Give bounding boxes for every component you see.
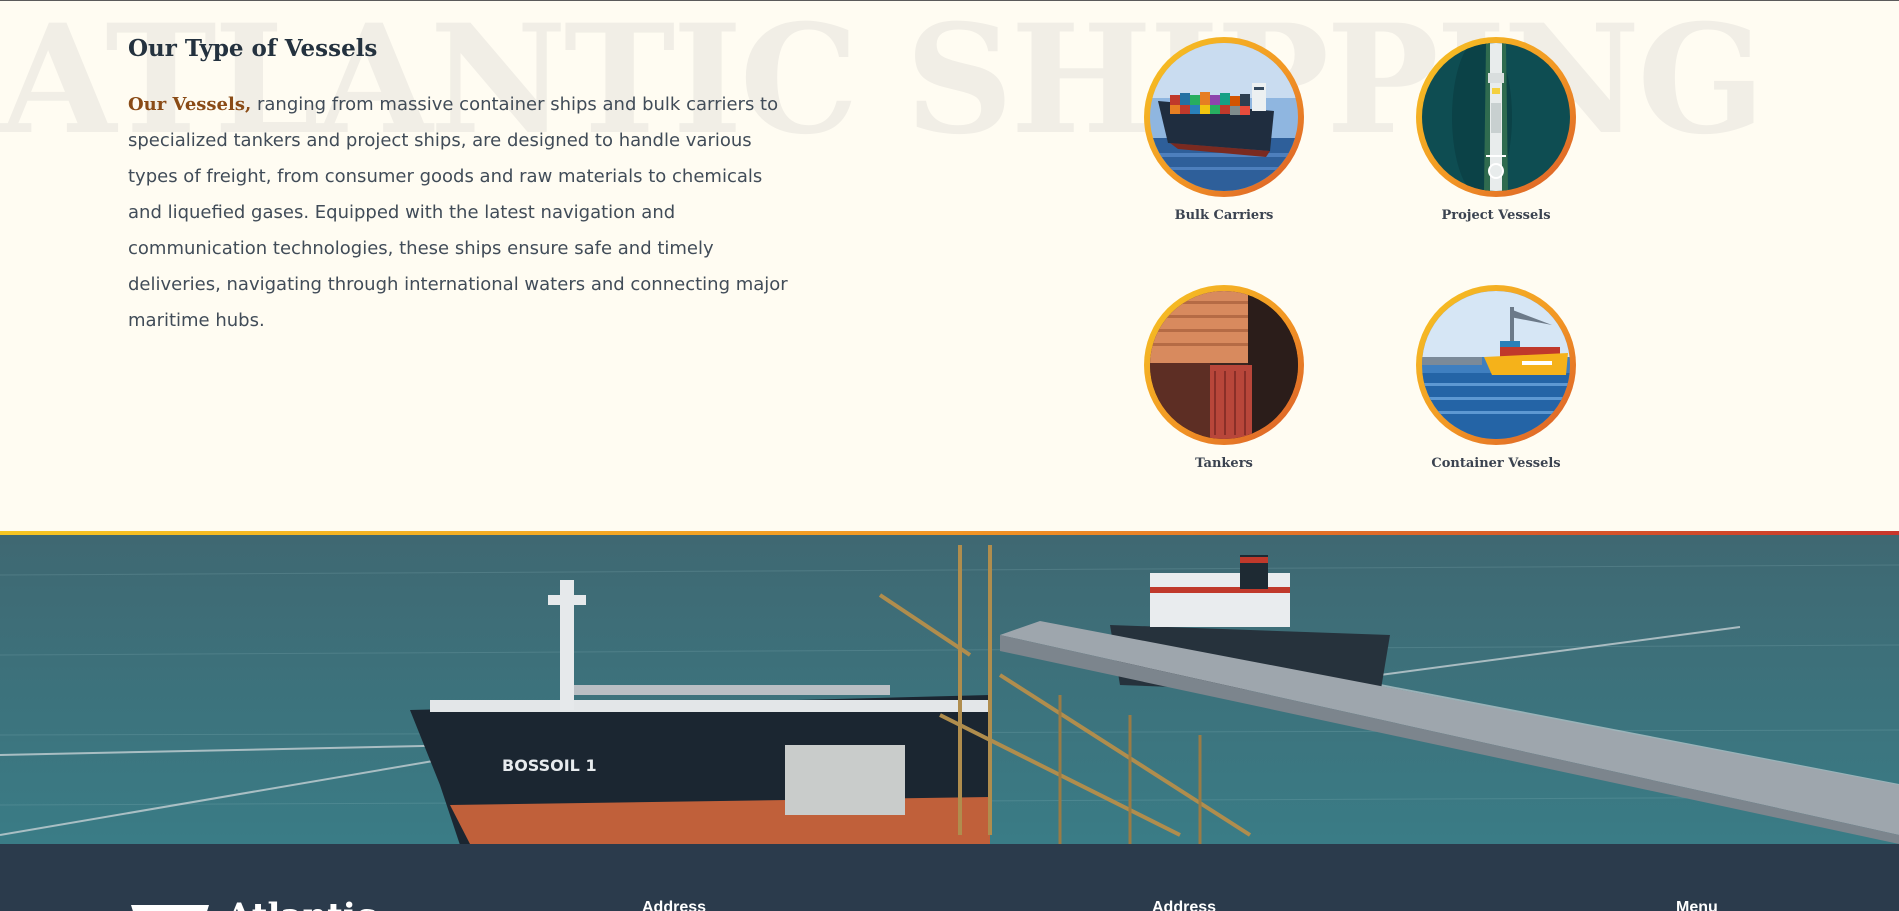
vessel-image-ring [1416,285,1576,445]
tanker-photo [1150,291,1298,439]
hero-ship-photo: BOSSOIL 1 [0,535,1899,844]
hull-name-text: BOSSOIL 1 [502,756,597,775]
vessel-types-section: ATLANTIC SHIPPING Our Type of Vessels Ou… [0,1,1899,531]
vessel-card-label: Bulk Carriers [1174,208,1274,223]
vessel-card-project-vessels[interactable]: Project Vessels [1396,37,1596,223]
footer-column-heading: Address [642,899,707,911]
vessel-card-container-vessels[interactable]: Container Vessels [1396,285,1596,471]
site-footer: Atlantic Address Address Menu [0,844,1899,911]
footer-column-heading: Address [1152,899,1217,911]
vessel-image-ring [1144,37,1304,197]
brand-logo-text[interactable]: Atlantic [226,896,376,911]
vessel-card-label: Project Vessels [1441,208,1551,223]
vessel-card-label: Container Vessels [1431,456,1561,471]
vessel-card-label: Tankers [1195,456,1253,471]
project-vessel-photo [1422,43,1570,191]
vessel-image-ring [1416,37,1576,197]
footer-column-heading: Menu [1676,899,1718,911]
vessel-card-bulk-carriers[interactable]: Bulk Carriers [1124,37,1324,223]
description-body: ranging from massive container ships and… [128,94,788,331]
bulk-carrier-photo [1150,43,1298,191]
brand-logo-icon[interactable] [131,905,209,911]
section-heading: Our Type of Vessels [128,35,378,62]
container-vessel-photo [1422,291,1570,439]
vessel-card-tankers[interactable]: Tankers [1124,285,1324,471]
section-description: Our Vessels, ranging from massive contai… [128,87,798,339]
vessel-image-ring [1144,285,1304,445]
lead-phrase: Our Vessels, [128,94,252,115]
